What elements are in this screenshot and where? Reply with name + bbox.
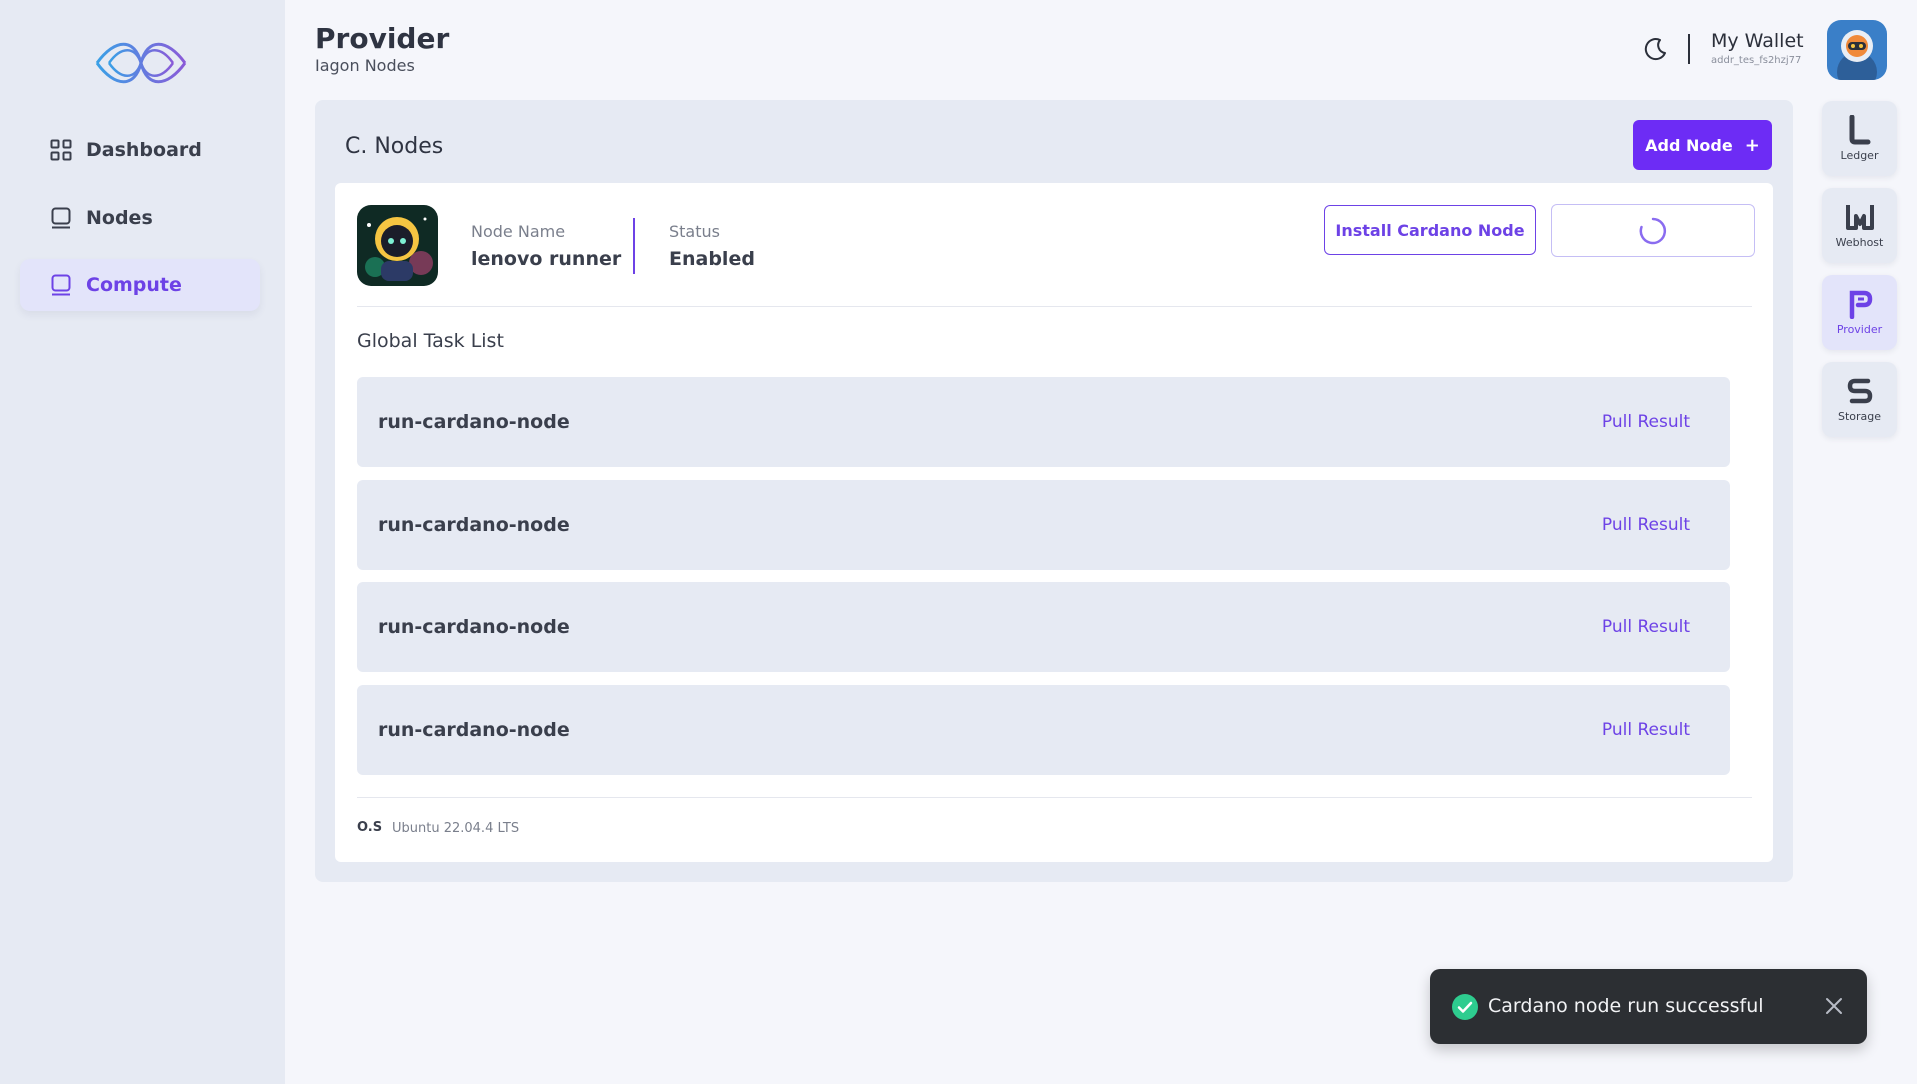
provider-icon <box>1849 290 1872 319</box>
task-name: run-cardano-node <box>378 514 570 536</box>
os-label: O.S <box>357 820 383 835</box>
node-avatar <box>357 205 438 286</box>
panel-title: C. Nodes <box>345 134 444 159</box>
rail-item-provider[interactable]: Provider <box>1822 275 1897 350</box>
task-name: run-cardano-node <box>378 616 570 638</box>
add-node-label: Add Node <box>1645 135 1733 155</box>
node-name-value: lenovo runner <box>471 248 622 270</box>
status-value: Enabled <box>669 248 755 270</box>
pull-result-link[interactable]: Pull Result <box>1602 617 1690 637</box>
sidebar: Dashboard Nodes Compute <box>0 0 285 1084</box>
spinner-icon <box>1639 217 1666 244</box>
plus-icon: + <box>1744 134 1760 156</box>
rail-label: Ledger <box>1840 149 1879 162</box>
os-value: Ubuntu 22.04.4 LTS <box>392 821 520 836</box>
pull-result-link[interactable]: Pull Result <box>1602 515 1690 535</box>
sidebar-item-dashboard[interactable]: Dashboard <box>20 124 260 176</box>
close-icon[interactable] <box>1823 995 1845 1017</box>
divider <box>357 306 1752 307</box>
task-name: run-cardano-node <box>378 411 570 433</box>
sidebar-item-nodes[interactable]: Nodes <box>20 192 260 244</box>
field-divider <box>633 218 635 274</box>
toast-notification: Cardano node run successful <box>1430 969 1867 1044</box>
sidebar-item-label: Nodes <box>86 207 153 229</box>
task-row: run-cardano-node Pull Result <box>357 685 1730 775</box>
rail-label: Storage <box>1837 410 1882 423</box>
ledger-icon <box>1849 115 1870 145</box>
task-row: run-cardano-node Pull Result <box>357 480 1730 570</box>
loading-button[interactable] <box>1551 204 1755 257</box>
storage-icon <box>1847 378 1872 404</box>
wallet-name[interactable]: My Wallet <box>1711 30 1804 52</box>
dashboard-grid-icon <box>50 139 72 161</box>
sidebar-item-compute[interactable]: Compute <box>20 259 260 311</box>
moon-icon[interactable] <box>1643 36 1669 62</box>
header-divider <box>1688 34 1690 64</box>
compute-icon <box>50 274 72 296</box>
avatar[interactable] <box>1827 20 1887 80</box>
rail-item-webhost[interactable]: Webhost <box>1822 188 1897 263</box>
node-icon <box>50 207 72 229</box>
webhost-icon <box>1845 205 1874 230</box>
status-label: Status <box>669 222 720 241</box>
node-name-label: Node Name <box>471 222 566 241</box>
task-row: run-cardano-node Pull Result <box>357 377 1730 467</box>
rail-label: Provider <box>1836 323 1883 336</box>
rail-item-storage[interactable]: Storage <box>1822 362 1897 437</box>
rail-label: Webhost <box>1835 236 1884 249</box>
rail-item-ledger[interactable]: Ledger <box>1822 101 1897 176</box>
pull-result-link[interactable]: Pull Result <box>1602 412 1690 432</box>
task-list-title: Global Task List <box>357 330 504 352</box>
iagon-logo[interactable] <box>95 38 187 88</box>
page-subtitle: Iagon Nodes <box>315 56 415 75</box>
install-cardano-node-button[interactable]: Install Cardano Node <box>1324 205 1536 255</box>
sidebar-item-label: Dashboard <box>86 139 202 161</box>
check-circle-icon <box>1452 994 1478 1020</box>
add-node-button[interactable]: Add Node + <box>1633 120 1772 170</box>
task-name: run-cardano-node <box>378 719 570 741</box>
page-title: Provider <box>315 22 450 55</box>
divider <box>357 797 1752 798</box>
wallet-address: addr_tes_fs2hzj77 <box>1711 55 1802 66</box>
sidebar-item-label: Compute <box>86 274 182 296</box>
toast-message: Cardano node run successful <box>1488 995 1764 1017</box>
task-row: run-cardano-node Pull Result <box>357 582 1730 672</box>
pull-result-link[interactable]: Pull Result <box>1602 720 1690 740</box>
